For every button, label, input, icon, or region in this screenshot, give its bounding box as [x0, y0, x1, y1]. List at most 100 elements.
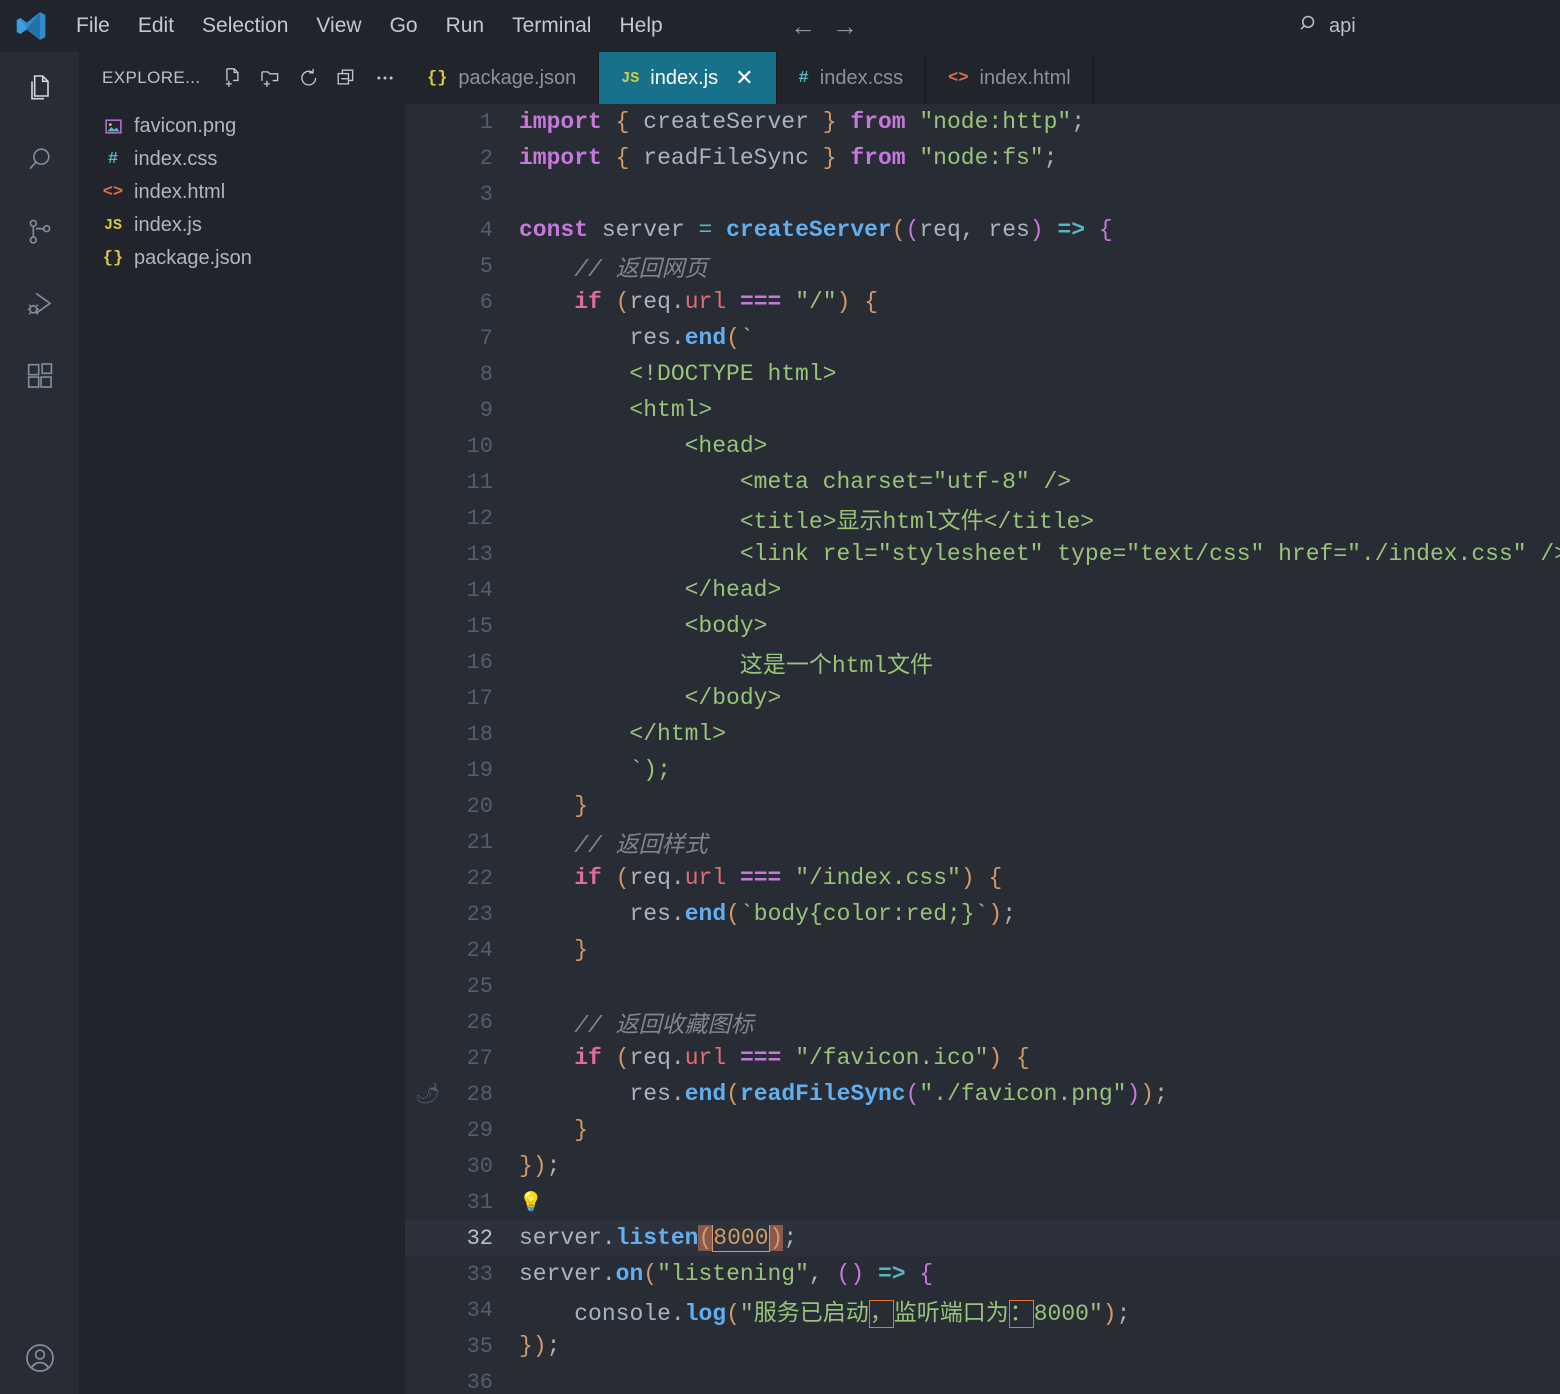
code-line-9[interactable]: 9 <html> — [405, 392, 1560, 428]
code-line-22[interactable]: 22 if (req.url === "/index.css") { — [405, 860, 1560, 896]
navigation-arrows: ← → — [790, 0, 858, 52]
code-line-27[interactable]: 27 if (req.url === "/favicon.ico") { — [405, 1040, 1560, 1076]
code-text-27: if (req.url === "/favicon.ico") { — [574, 1045, 1030, 1071]
line-number-18: 18 — [466, 721, 493, 747]
css-file-icon: # — [798, 68, 809, 88]
account-icon[interactable] — [0, 1322, 80, 1394]
code-line-15[interactable]: 15 <body> — [405, 608, 1560, 644]
code-line-2[interactable]: 2 import { readFileSync } from "node:fs"; — [405, 140, 1560, 176]
code-line-20[interactable]: 20 } — [405, 788, 1560, 824]
code-line-24[interactable]: 24 } — [405, 932, 1560, 968]
code-line-14[interactable]: 14 </head> — [405, 572, 1560, 608]
code-line-33[interactable]: 33 server.on("listening", () => { — [405, 1256, 1560, 1292]
line-number-8: 8 — [479, 361, 493, 387]
file-item-index-html[interactable]: <> index.html — [80, 176, 405, 209]
command-center-search[interactable]: api — [1300, 0, 1356, 52]
arrow-left-icon[interactable]: ← — [790, 13, 816, 39]
activity-item-search[interactable] — [0, 124, 80, 196]
line-number-23: 23 — [466, 901, 493, 927]
file-item-package-json[interactable]: {} package.json — [80, 242, 405, 275]
code-text-12: <title>显示html文件</title> — [519, 509, 1095, 535]
line-number-19: 19 — [466, 757, 493, 783]
menu-selection[interactable]: Selection — [188, 10, 302, 42]
line-number-1: 1 — [479, 109, 493, 135]
menu-go[interactable]: Go — [376, 10, 432, 42]
code-line-1[interactable]: 1 import { createServer } from "node:http… — [405, 104, 1560, 140]
code-text-31: 💡 — [515, 1189, 1560, 1215]
code-line-28[interactable]: 🌶 28 res.end(readFileSync("./favicon.png"… — [405, 1076, 1560, 1112]
menu-file[interactable]: File — [62, 10, 124, 42]
code-line-6[interactable]: 6 if (req.url === "/") { — [405, 284, 1560, 320]
arrow-right-icon[interactable]: → — [832, 13, 858, 39]
explorer-title: EXPLORE... — [102, 68, 201, 87]
code-text-35: }); — [519, 1333, 561, 1359]
explorer-sidebar: EXPLORE... favicon.png # index.css <> in… — [80, 52, 405, 1394]
code-line-35[interactable]: 35}); — [405, 1328, 1560, 1364]
menu-view[interactable]: View — [302, 10, 375, 42]
code-line-32[interactable]: 32 server.listen(8000); — [405, 1220, 1560, 1256]
line-number-29: 29 — [466, 1117, 493, 1143]
tab-index-js[interactable]: JS index.js ✕ — [599, 52, 777, 104]
line-number-13: 13 — [466, 541, 493, 567]
new-folder-icon[interactable] — [252, 59, 290, 97]
line-number-25: 25 — [466, 973, 493, 999]
code-line-11[interactable]: 11 <meta charset="utf-8" /> — [405, 464, 1560, 500]
tab-index-css[interactable]: # index.css — [776, 52, 927, 104]
code-line-25[interactable]: 25 — [405, 968, 1560, 1004]
code-text-19: `); — [629, 757, 671, 783]
activity-item-run-and-debug[interactable] — [0, 268, 80, 340]
code-line-31[interactable]: 31 💡 — [405, 1184, 1560, 1220]
ellipsis-icon[interactable] — [366, 59, 404, 97]
close-icon[interactable]: ✕ — [735, 67, 753, 89]
menu-run[interactable]: Run — [432, 10, 499, 42]
code-text-11: <meta charset="utf-8" /> — [519, 469, 1072, 495]
code-text-9: <html> — [519, 397, 713, 423]
code-line-36[interactable]: 36 — [405, 1364, 1560, 1394]
code-line-13[interactable]: 13 <link rel="stylesheet" type="text/css… — [405, 536, 1560, 572]
lightbulb-icon[interactable]: 💡 — [519, 1192, 543, 1214]
code-line-7[interactable]: 7 res.end(` — [405, 320, 1560, 356]
code-line-3[interactable]: 3 — [405, 176, 1560, 212]
code-line-21[interactable]: 21 // 返回样式 — [405, 824, 1560, 860]
code-line-8[interactable]: 8 <!DOCTYPE html> — [405, 356, 1560, 392]
css-file-icon: # — [107, 150, 119, 169]
html-file-icon: <> — [102, 183, 124, 202]
code-line-12[interactable]: 12 <title>显示html文件</title> — [405, 500, 1560, 536]
code-line-4[interactable]: 4 const server = createServer((req, res) … — [405, 212, 1560, 248]
code-text-29: } — [574, 1117, 589, 1143]
code-line-26[interactable]: 26 // 返回收藏图标 — [405, 1004, 1560, 1040]
file-item-index-css[interactable]: # index.css — [80, 143, 405, 176]
menu-terminal[interactable]: Terminal — [498, 10, 605, 42]
activity-item-source-control[interactable] — [0, 196, 80, 268]
menu-edit[interactable]: Edit — [124, 10, 188, 42]
new-file-icon[interactable] — [214, 59, 252, 97]
line-number-36: 36 — [466, 1369, 493, 1394]
file-item-favicon-png[interactable]: favicon.png — [80, 110, 405, 143]
editor-vertical-scrollbar[interactable] — [1542, 104, 1560, 1394]
editor-area: {} package.json JS index.js ✕ # index.cs… — [405, 52, 1560, 1394]
tab-package-json[interactable]: {} package.json — [405, 52, 600, 104]
refresh-icon[interactable] — [290, 59, 328, 97]
code-text-16: 这是一个html文件 — [519, 653, 934, 679]
code-line-23[interactable]: 23 res.end(`body{color:red;}`); — [405, 896, 1560, 932]
code-line-5[interactable]: 5 // 返回网页 — [405, 248, 1560, 284]
code-line-19[interactable]: 19 `); — [405, 752, 1560, 788]
menu-help[interactable]: Help — [605, 10, 676, 42]
code-editor[interactable]: 1 import { createServer } from "node:http… — [405, 104, 1560, 1394]
code-text-6: if (req.url === "/") { — [574, 289, 879, 315]
code-line-29[interactable]: 29 } — [405, 1112, 1560, 1148]
tab-index-html[interactable]: <> index.html — [926, 52, 1094, 104]
code-line-16[interactable]: 16 这是一个html文件 — [405, 644, 1560, 680]
breakpoint-icon[interactable]: 🌶 — [415, 1081, 440, 1107]
collapse-all-icon[interactable] — [328, 59, 366, 97]
code-text-7: res.end(` — [629, 325, 754, 351]
code-line-10[interactable]: 10 <head> — [405, 428, 1560, 464]
code-line-17[interactable]: 17 </body> — [405, 680, 1560, 716]
code-line-34[interactable]: 34 console.log("服务已启动，监听端口为：8000"); — [405, 1292, 1560, 1328]
code-line-30[interactable]: 30}); — [405, 1148, 1560, 1184]
file-item-index-js[interactable]: JS index.js — [80, 209, 405, 242]
activity-item-explorer[interactable] — [0, 52, 80, 124]
vscode-logo-icon — [0, 9, 62, 43]
code-line-18[interactable]: 18 </html> — [405, 716, 1560, 752]
activity-item-extensions[interactable] — [0, 340, 80, 412]
